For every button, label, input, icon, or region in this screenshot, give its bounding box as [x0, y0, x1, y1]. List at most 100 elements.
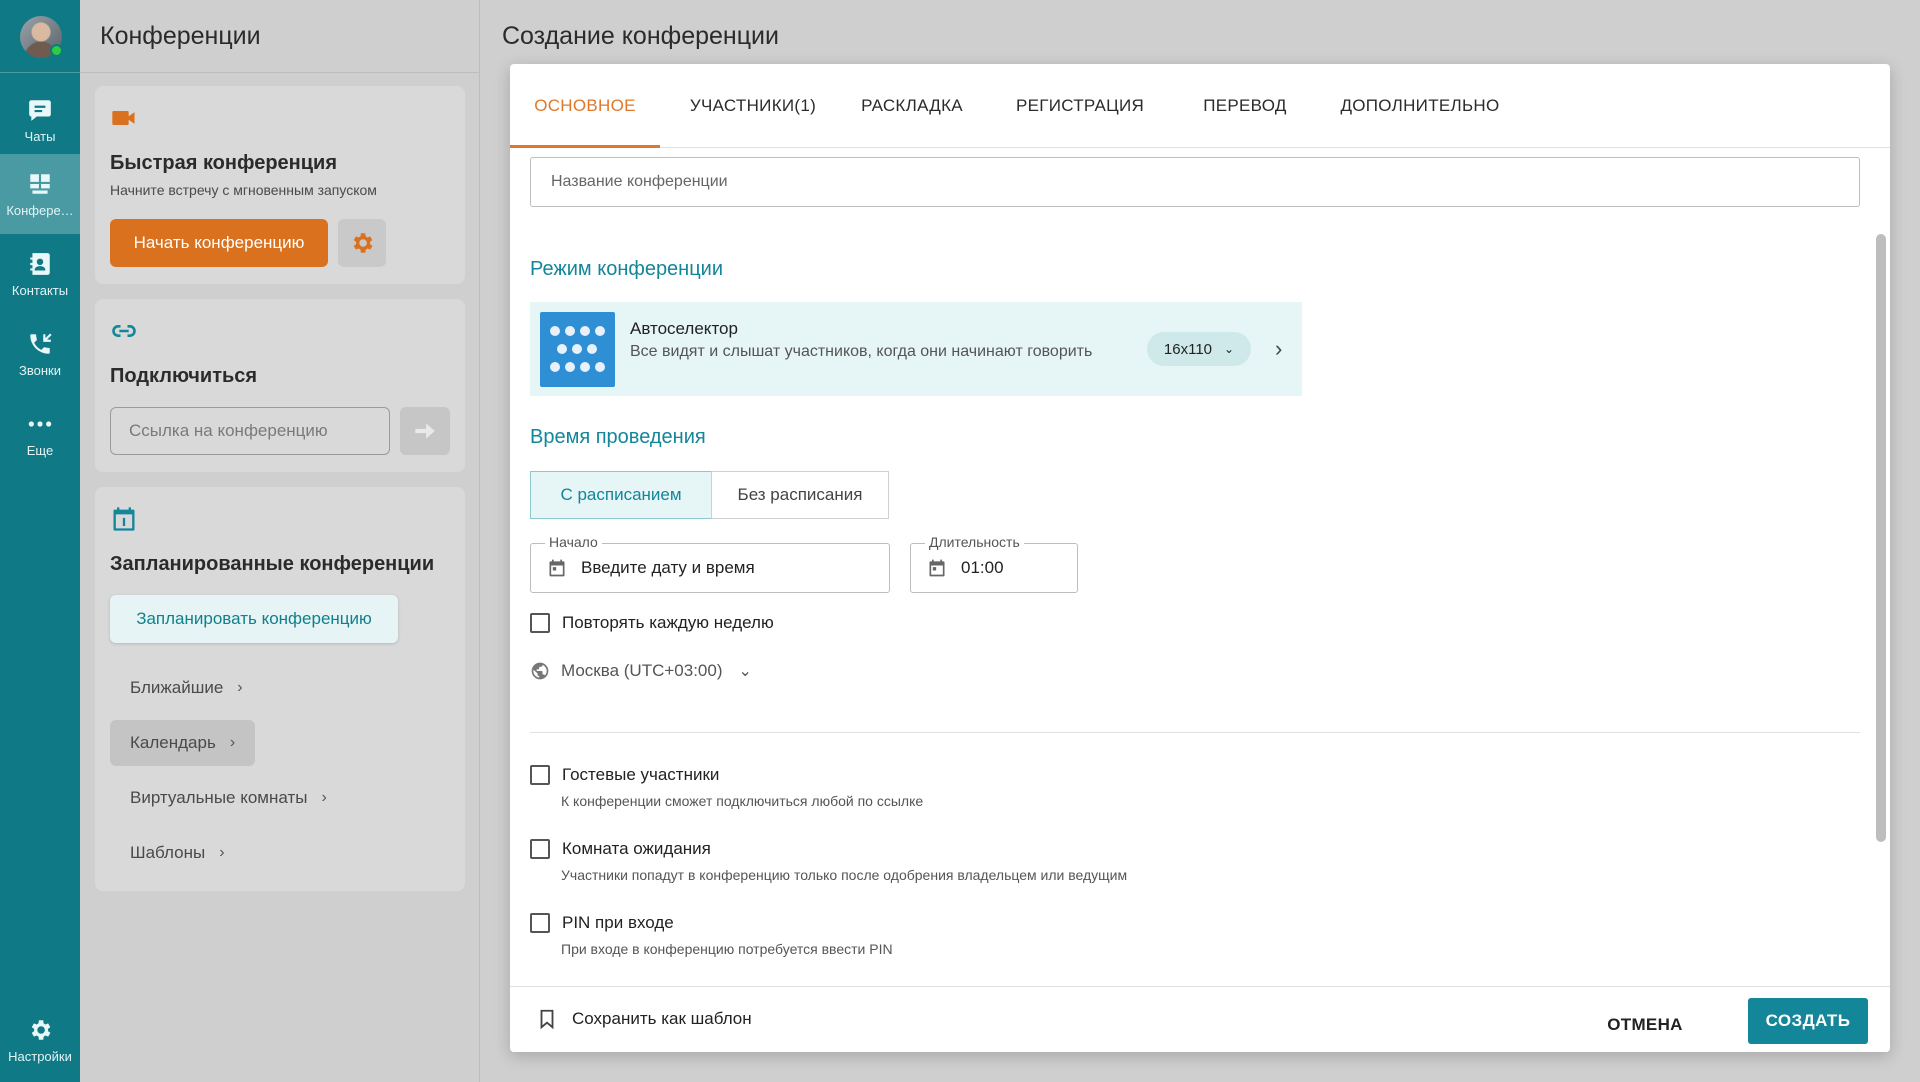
save-as-template-button[interactable]: Сохранить как шаблон [536, 1007, 752, 1031]
conference-mode-card[interactable]: Автоселектор Все видят и слышат участник… [530, 302, 1302, 396]
scheduled-item-calendar[interactable]: Календарь › [110, 720, 256, 766]
tab-participants[interactable]: УЧАСТНИКИ(1) [668, 64, 838, 148]
rail-divider [0, 72, 80, 73]
mode-description: Все видят и слышат участников, когда они… [630, 343, 1093, 360]
tab-registration[interactable]: РЕГИСТРАЦИЯ [990, 64, 1170, 148]
duration-value: 01:00 [961, 558, 1004, 577]
calendar-icon [113, 507, 135, 531]
mode-section-title: Режим конференции [530, 258, 724, 280]
duration-label: Длительность [925, 534, 1024, 550]
schedule-conference-button[interactable]: Запланировать конференцию [110, 595, 398, 643]
create-conference-dialog: ОСНОВНОЕ УЧАСТНИКИ(1) РАСКЛАДКА РЕГИСТРА… [510, 64, 1890, 1052]
user-avatar[interactable] [20, 16, 63, 58]
scheduled-item-label: Шаблоны [130, 843, 206, 862]
chevron-right-icon: › [219, 844, 225, 861]
tab-basic[interactable]: ОСНОВНОЕ [510, 64, 660, 148]
rail-item-conferences[interactable]: Конфере… [0, 154, 80, 234]
calendar-icon [929, 559, 945, 577]
panel-title: Конференции [100, 22, 261, 50]
rail-item-label: Настройки [8, 1048, 72, 1064]
scheduled-item-upcoming[interactable]: Ближайшие › [110, 665, 263, 711]
rail-item-calls[interactable]: Звонки [0, 314, 80, 394]
start-conference-button[interactable]: Начать конференцию [110, 219, 328, 267]
rail-item-label: Чаты [24, 128, 56, 144]
video-camera-icon [112, 111, 135, 125]
scheduled-title: Запланированные конференции [110, 553, 435, 575]
create-button[interactable]: СОЗДАТЬ [1748, 998, 1868, 1044]
globe-icon [531, 662, 549, 680]
duration-field[interactable]: Длительность 01:00 [910, 534, 1078, 593]
pin-on-entry-label: PIN при входе [562, 913, 674, 932]
guest-participants-label: Гостевые участники [562, 765, 720, 784]
conference-name-input[interactable]: Название конференции [530, 157, 1860, 207]
rail-item-more[interactable]: Еще [0, 394, 80, 474]
scheduled-item-label: Виртуальные комнаты [130, 788, 308, 807]
calendar-icon [549, 559, 565, 577]
link-icon [112, 325, 136, 337]
cancel-button[interactable]: ОТМЕНА [1590, 1003, 1700, 1047]
chevron-right-icon[interactable]: › [1275, 336, 1282, 362]
contacts-icon [30, 252, 50, 275]
waiting-room-checkbox[interactable]: Комната ожидания [530, 839, 711, 859]
rail-item-label: Еще [26, 442, 54, 458]
repeat-weekly-checkbox[interactable]: Повторять каждую неделю [530, 613, 774, 633]
autoselector-illustration [540, 312, 615, 387]
rail-item-settings[interactable]: Настройки [0, 1000, 80, 1080]
scrollbar[interactable] [1876, 234, 1886, 842]
tab-translation[interactable]: ПЕРЕВОД [1180, 64, 1310, 148]
rail-item-label: Конфере… [6, 202, 74, 218]
start-placeholder: Введите дату и время [581, 558, 755, 577]
connect-go-button[interactable] [400, 407, 450, 455]
chevron-right-icon: › [237, 679, 243, 696]
quick-conference-card: Быстрая конференция Начните встречу с мг… [95, 86, 465, 284]
chevron-right-icon: › [321, 789, 327, 806]
conferences-panel: Конференции Быстрая конференция Начните … [80, 0, 480, 1082]
online-status-indicator [50, 44, 63, 57]
mode-title: Автоселектор [630, 319, 738, 338]
conference-icon [30, 173, 50, 194]
rail-item-chats[interactable]: Чаты [0, 80, 80, 160]
scheduled-item-label: Календарь [130, 733, 216, 752]
scheduled-item-virtual-rooms[interactable]: Виртуальные комнаты › [110, 775, 347, 821]
chat-icon [29, 99, 51, 121]
settings-icon [31, 1019, 51, 1040]
gear-icon [353, 233, 373, 253]
checkbox-box [530, 613, 550, 633]
checkbox-box [530, 765, 550, 785]
scheduled-item-templates[interactable]: Шаблоны › [110, 830, 245, 876]
guest-participants-checkbox[interactable]: Гостевые участники [530, 765, 719, 785]
timezone-value: Москва (UTC+03:00) [561, 661, 723, 680]
arrow-right-icon [415, 423, 435, 439]
connect-card: Подключиться Ссылка на конференцию [95, 299, 465, 472]
checkbox-box [530, 839, 550, 859]
checkbox-box [530, 913, 550, 933]
panel-divider [80, 72, 480, 73]
save-as-template-label: Сохранить как шаблон [572, 1009, 752, 1028]
quick-conference-subtitle: Начните встречу с мгновенным запуском [110, 182, 377, 198]
waiting-room-label: Комната ожидания [562, 839, 711, 858]
pin-on-entry-checkbox[interactable]: PIN при входе [530, 913, 674, 933]
chevron-right-icon: › [229, 734, 236, 751]
layout-select[interactable]: 16x110 ⌄ [1147, 332, 1251, 366]
conference-link-input[interactable]: Ссылка на конференцию [110, 407, 390, 455]
tab-layout[interactable]: РАСКЛАДКА [842, 64, 982, 148]
rail-item-contacts[interactable]: Контакты [0, 234, 80, 314]
bookmark-icon [540, 1009, 554, 1030]
section-divider [530, 732, 1860, 733]
tab-additional[interactable]: ДОПОЛНИТЕЛЬНО [1320, 64, 1520, 148]
start-datetime-field[interactable]: Начало Введите дату и время [530, 534, 890, 593]
timezone-select[interactable]: Москва (UTC+03:00) ⌄ [530, 661, 752, 681]
quick-settings-button[interactable] [338, 219, 386, 267]
main-title: Создание конференции [502, 22, 779, 50]
connect-title: Подключиться [110, 365, 258, 387]
quick-conference-title: Быстрая конференция [110, 152, 338, 174]
rail-item-label: Контакты [11, 282, 69, 298]
scheduled-conferences-card: Запланированные конференции Запланироват… [95, 487, 465, 891]
with-schedule-toggle[interactable]: С расписанием [530, 471, 712, 519]
dialog-footer: Сохранить как шаблон ОТМЕНА СОЗДАТЬ [510, 986, 1890, 1052]
more-icon [28, 420, 52, 427]
without-schedule-toggle[interactable]: Без расписания [711, 471, 889, 519]
chevron-down-icon: ⌄ [738, 663, 752, 680]
calls-icon [30, 332, 52, 354]
start-label: Начало [545, 534, 602, 550]
